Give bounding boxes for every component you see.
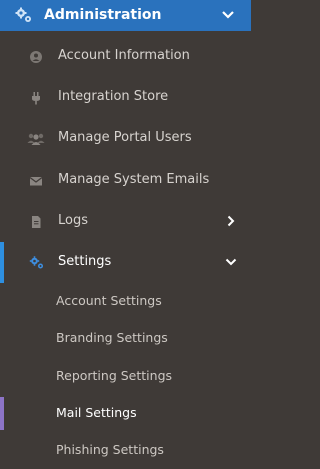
subnav-item-label: Branding Settings: [56, 330, 168, 345]
subnav-item-reporting-settings[interactable]: Reporting Settings: [0, 358, 251, 395]
nav-item-logs[interactable]: Logs: [0, 201, 251, 242]
chevron-right-icon[interactable]: [225, 215, 237, 227]
nav-item-settings[interactable]: Settings: [0, 242, 251, 283]
nav-item-label: Manage Portal Users: [58, 130, 192, 145]
gears-icon: [14, 7, 34, 24]
user-circle-icon: [29, 50, 43, 64]
nav-item-account-information[interactable]: Account Information: [0, 36, 251, 77]
subnav-item-label: Phishing Settings: [56, 442, 164, 457]
nav-item-label: Integration Store: [58, 89, 169, 104]
nav-item-manage-portal-users[interactable]: Manage Portal Users: [0, 118, 251, 159]
users-icon: [27, 132, 45, 146]
nav-item-label: Manage System Emails: [58, 172, 210, 187]
nav-item-manage-system-emails[interactable]: Manage System Emails: [0, 160, 251, 201]
nav-item-label: Settings: [58, 254, 112, 269]
nav-item-label: Account Information: [58, 48, 190, 63]
envelope-icon: [29, 174, 43, 188]
chevron-down-icon[interactable]: [225, 256, 237, 268]
subnav-item-label: Mail Settings: [56, 405, 137, 420]
subnav-item-mail-settings[interactable]: Mail Settings: [0, 395, 251, 432]
administration-title: Administration: [44, 7, 162, 23]
chevron-down-icon[interactable]: [221, 9, 235, 21]
subnav-item-branding-settings[interactable]: Branding Settings: [0, 320, 251, 357]
subnav-item-account-settings[interactable]: Account Settings: [0, 283, 251, 320]
plug-icon: [29, 91, 43, 105]
subnav-item-label: Reporting Settings: [56, 368, 173, 383]
document-icon: [29, 215, 43, 229]
gears-icon: [29, 256, 43, 270]
nav-item-integration-store[interactable]: Integration Store: [0, 77, 251, 118]
administration-header[interactable]: Administration: [0, 0, 251, 31]
subnav-item-label: Account Settings: [56, 293, 162, 308]
subnav-item-phishing-settings[interactable]: Phishing Settings: [0, 432, 251, 469]
nav-item-label: Logs: [58, 213, 88, 228]
